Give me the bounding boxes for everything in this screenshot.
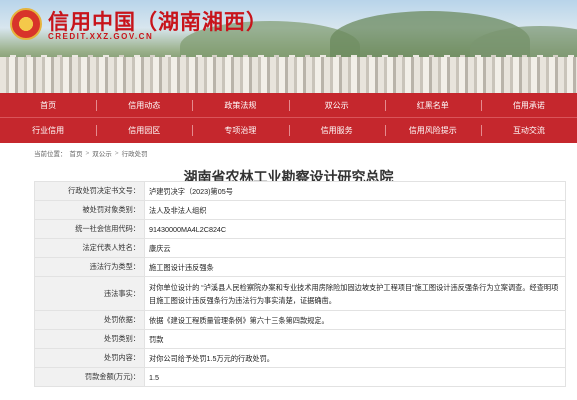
field-value: 康庆云 (144, 238, 566, 258)
nav-special-governance[interactable]: 专项治理 (192, 118, 288, 143)
nav-credit-park[interactable]: 信用园区 (96, 118, 192, 143)
field-value: 对你单位设计的 “泸溪县人民检察院办案和专业技术用房除险加固边坡支护工程项目”施… (144, 276, 566, 311)
nav-row-1: 首页 信用动态 政策法规 双公示 红黑名单 信用承诺 (0, 93, 577, 118)
breadcrumb-label: 当前位置： (34, 151, 67, 158)
breadcrumb: 当前位置： 首页 > 双公示 > 行政处罚 (0, 143, 577, 159)
field-value: 1.5 (144, 367, 566, 387)
breadcrumb-penalty[interactable]: 行政处罚 (122, 148, 148, 158)
table-row: 处罚依据： 依据《建设工程质量管理条例》第六十三条第四款规定。 (34, 310, 566, 330)
field-label: 处罚类别： (34, 329, 145, 349)
field-value: 泸建罚决字（2023)第05号 (144, 181, 566, 201)
main-nav: 首页 信用动态 政策法规 双公示 红黑名单 信用承诺 行业信用 信用园区 专项治… (0, 93, 577, 143)
breadcrumb-home[interactable]: 首页 (70, 148, 83, 158)
table-row: 统一社会信用代码： 91430000MA4L2C824C (34, 219, 566, 239)
field-value: 依据《建设工程质量管理条例》第六十三条第四款规定。 (144, 310, 566, 330)
national-emblem-icon (10, 8, 42, 40)
nav-industry-credit[interactable]: 行业信用 (0, 118, 96, 143)
table-row: 行政处罚决定书文号： 泸建罚决字（2023)第05号 (34, 181, 566, 201)
field-value: 法人及非法人组织 (144, 200, 566, 220)
breadcrumb-separator: > (85, 149, 90, 157)
field-value: 91430000MA4L2C824C (144, 219, 566, 239)
field-label: 罚款金额(万元)： (34, 367, 145, 387)
nav-credit-commitment[interactable]: 信用承诺 (480, 93, 577, 117)
nav-risk-alert[interactable]: 信用风险提示 (384, 118, 481, 143)
field-label: 违法行为类型： (34, 257, 145, 277)
nav-credit-news[interactable]: 信用动态 (96, 93, 192, 117)
field-value: 施工图设计违反强条 (144, 257, 566, 277)
table-row: 罚款金额(万元)： 1.5 (34, 367, 566, 387)
nav-row-2: 行业信用 信用园区 专项治理 信用服务 信用风险提示 互动交流 (0, 118, 577, 143)
field-label: 法定代表人姓名： (34, 238, 145, 258)
header-banner: 信用中国（湖南湘西） CREDIT.XXZ.GOV.CN (0, 0, 577, 93)
nav-home[interactable]: 首页 (0, 93, 96, 117)
breadcrumb-double-publicity[interactable]: 双公示 (92, 148, 112, 158)
field-label: 处罚依据： (34, 310, 145, 330)
nav-credit-service[interactable]: 信用服务 (288, 118, 385, 143)
field-label: 处罚内容： (34, 348, 145, 368)
nav-interaction[interactable]: 互动交流 (480, 118, 577, 143)
table-row: 违法行为类型： 施工图设计违反强条 (34, 257, 566, 277)
nav-double-publicity[interactable]: 双公示 (288, 93, 385, 117)
banner-city (0, 57, 577, 93)
field-label: 被处罚对象类别： (34, 200, 145, 220)
penalty-info-table: 行政处罚决定书文号： 泸建罚决字（2023)第05号 被处罚对象类别： 法人及非… (34, 181, 566, 387)
table-row: 处罚类别： 罚款 (34, 329, 566, 349)
field-value: 罚款 (144, 329, 566, 349)
field-label: 统一社会信用代码： (34, 219, 145, 239)
table-row: 违法事实： 对你单位设计的 “泸溪县人民检察院办案和专业技术用房除险加固边坡支护… (34, 276, 566, 311)
table-row: 处罚内容： 对你公司给予处罚1.5万元的行政处罚。 (34, 348, 566, 368)
field-label: 违法事实： (34, 276, 145, 311)
site-subtitle: CREDIT.XXZ.GOV.CN (48, 32, 154, 41)
nav-red-black-list[interactable]: 红黑名单 (384, 93, 481, 117)
nav-policy[interactable]: 政策法规 (192, 93, 288, 117)
table-row: 法定代表人姓名： 康庆云 (34, 238, 566, 258)
breadcrumb-separator: > (114, 149, 119, 157)
field-value: 对你公司给予处罚1.5万元的行政处罚。 (144, 348, 566, 368)
field-label: 行政处罚决定书文号： (34, 181, 145, 201)
table-row: 被处罚对象类别： 法人及非法人组织 (34, 200, 566, 220)
